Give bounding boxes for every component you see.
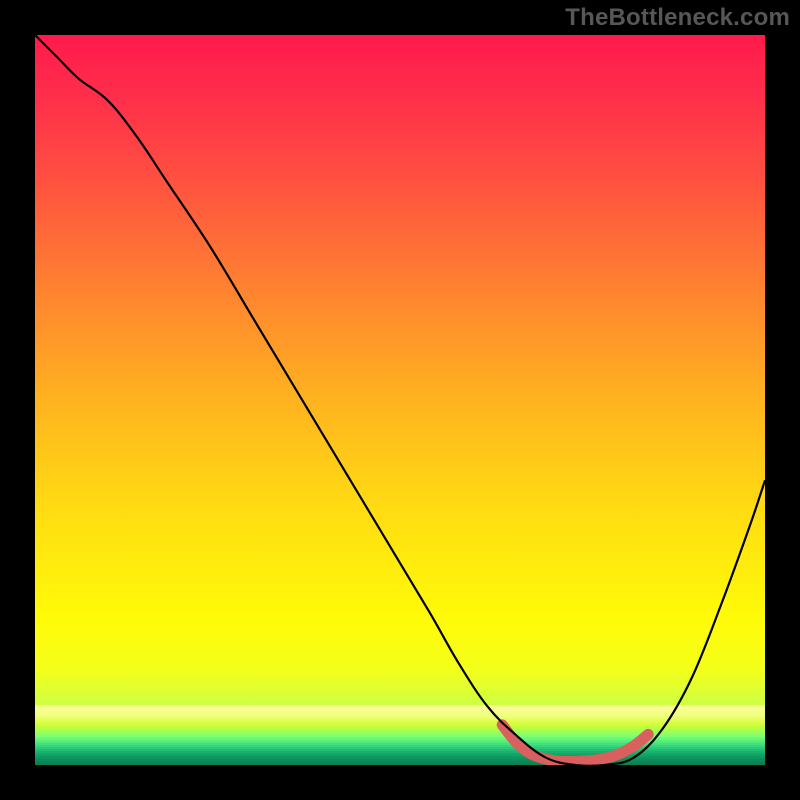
curve-layer [35, 35, 765, 765]
plot-area [35, 35, 765, 765]
chart-frame: TheBottleneck.com [0, 0, 800, 800]
watermark-text: TheBottleneck.com [565, 4, 790, 32]
bottleneck-curve [35, 35, 765, 765]
